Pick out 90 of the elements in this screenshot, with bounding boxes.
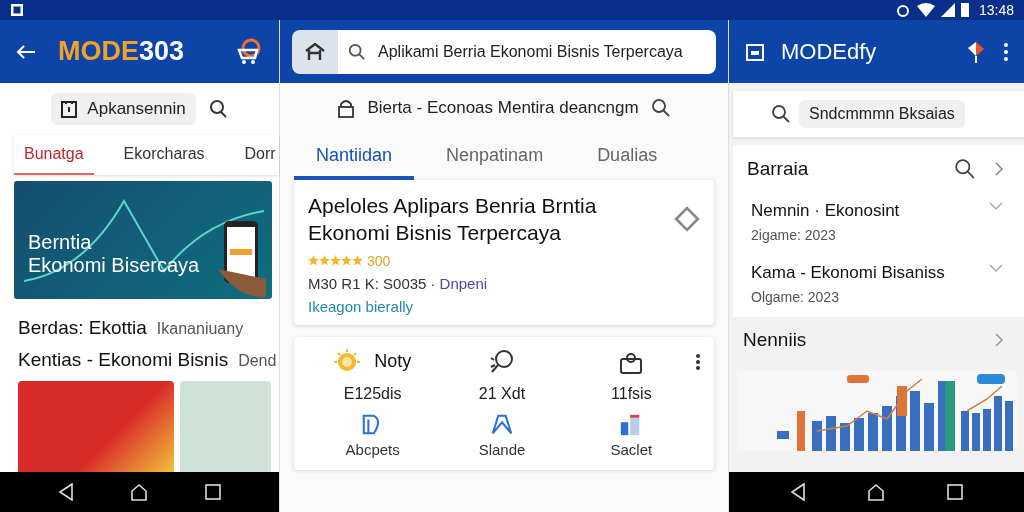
map-icon[interactable] <box>490 412 514 437</box>
home-icon <box>305 42 325 61</box>
recents-icon[interactable] <box>204 484 221 500</box>
search-field[interactable]: Aplikami Berria Ekonomi Bisnis Terpercaya <box>338 29 716 74</box>
battery-icon <box>960 3 969 17</box>
stat-value: 11fsis <box>611 384 652 403</box>
back-icon[interactable] <box>789 483 806 501</box>
star-icon <box>341 255 352 267</box>
news-date: Olgame: 2023 <box>751 289 840 305</box>
chart-bar <box>972 413 980 451</box>
search-icon[interactable] <box>207 99 228 119</box>
alarm-icon <box>894 2 911 18</box>
star-icon <box>308 255 319 267</box>
category-tab[interactable]: Bunatga <box>14 135 94 175</box>
chart-bar <box>882 406 892 451</box>
headline-title[interactable]: Kentias - Ekonomi Bisnis <box>18 349 229 371</box>
rating-count: 300 <box>367 252 391 269</box>
action-label[interactable]: Slande <box>478 440 526 458</box>
magnifier-icon <box>489 348 515 375</box>
content-tab[interactable]: Dualias <box>575 133 680 180</box>
wifi-icon <box>916 3 935 17</box>
section-title: Barraia <box>747 158 809 180</box>
headline-source: Ikananiuany <box>156 320 244 338</box>
news-date: 2igame: 2023 <box>751 227 837 243</box>
chevron-right-icon[interactable] <box>994 161 1004 177</box>
recents-icon[interactable] <box>947 484 964 500</box>
stats-heading: Noty <box>374 351 412 373</box>
category-link[interactable]: Ikeagon bierally <box>308 297 700 315</box>
section-title: Nenniis <box>743 329 807 351</box>
clipboard-icon <box>61 100 78 118</box>
chart-bar <box>961 411 969 451</box>
signal-icon <box>940 3 955 17</box>
search-icon <box>348 42 366 61</box>
search-icon[interactable] <box>954 158 976 180</box>
chart-tag <box>847 375 869 383</box>
cart-icon[interactable] <box>235 37 263 66</box>
star-icon <box>352 255 363 267</box>
chart-bar <box>826 416 836 451</box>
headline-title[interactable]: Berdas: Ekottia <box>18 317 147 339</box>
star-icon <box>319 255 330 267</box>
back-arrow-icon[interactable] <box>16 44 36 59</box>
chart-bar <box>924 403 934 451</box>
chart-bar <box>854 418 864 451</box>
chart-bar <box>910 391 920 451</box>
home-button[interactable] <box>292 29 338 74</box>
home-icon[interactable] <box>867 483 886 501</box>
chart-bar <box>840 423 850 451</box>
stat-value: 21 Xdt <box>478 384 526 403</box>
chart-bar <box>812 421 822 451</box>
banner-title: Berntia <box>28 231 93 254</box>
news-title[interactable]: Nemnin · Ekonosint <box>751 201 988 221</box>
app-meta: M30 R1 K: S0035 · <box>308 274 436 292</box>
home-icon[interactable] <box>130 483 149 501</box>
more-options-icon[interactable] <box>696 353 700 370</box>
action-label[interactable]: Abcpets <box>345 440 400 458</box>
headline-source: Dend <box>238 352 277 370</box>
app-title: MODEdfy <box>781 38 877 65</box>
category-tab[interactable]: Ekorcharas <box>113 135 215 175</box>
chart-bar <box>777 431 789 439</box>
chart-bar <box>983 409 991 451</box>
back-icon[interactable] <box>58 483 75 501</box>
news-title[interactable]: Kama - Ekonomi Bisaniss <box>751 263 988 283</box>
chevron-right-icon[interactable] <box>994 332 1004 348</box>
chart-bar <box>945 381 955 451</box>
page-subtitle: Bierta - Econoas Mentira deancngm <box>367 98 639 118</box>
developer-link[interactable]: Dnpeni <box>439 274 488 292</box>
lock-icon <box>337 98 356 118</box>
chart-bar <box>797 411 805 451</box>
chart-bar <box>994 396 1002 451</box>
screenshot-icon <box>10 3 24 17</box>
star-icon <box>330 255 341 267</box>
search-icon[interactable] <box>771 104 791 124</box>
action-label[interactable]: Saclet <box>610 440 653 458</box>
category-tab[interactable]: Dorr <box>234 135 279 175</box>
chart-tag <box>977 374 1005 384</box>
stat-value: E125dis <box>343 384 402 403</box>
search-icon[interactable] <box>650 98 671 118</box>
status-time: 13:48 <box>978 2 1014 18</box>
chart-bar <box>1005 401 1013 451</box>
image-icon[interactable] <box>745 41 765 62</box>
banner-subtitle: Ekonomi Bisercaya <box>28 254 201 277</box>
app-title[interactable]: Apeloles Aplipars Benria Brntia Ekonomi Bisnis Terpercaya <box>308 192 654 247</box>
more-options-icon[interactable] <box>1004 42 1008 61</box>
diamond-icon[interactable] <box>674 206 700 233</box>
trend-line <box>966 385 1003 412</box>
app-logo: MODE303 <box>58 36 185 67</box>
search-chip[interactable]: Apkansennin <box>51 93 196 125</box>
content-tab[interactable]: Nenpatinam <box>424 133 566 180</box>
chart-bar <box>868 413 878 451</box>
search-chip[interactable]: Sndcmmmn Bksaias <box>799 100 965 128</box>
